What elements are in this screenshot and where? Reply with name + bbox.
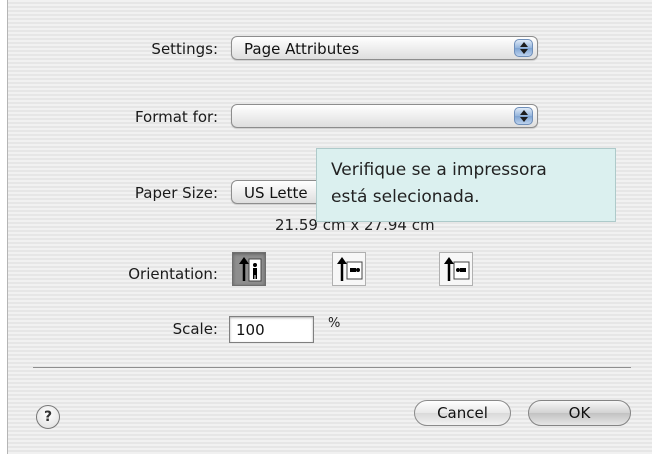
landscape-left-icon <box>337 257 363 281</box>
help-button[interactable]: ? <box>36 405 60 429</box>
orientation-portrait-button[interactable] <box>232 252 266 286</box>
portrait-icon <box>239 257 262 282</box>
settings-value: Page Attributes <box>244 40 360 58</box>
format-for-label: Format for: <box>134 108 218 126</box>
ok-button[interactable]: OK <box>528 400 631 426</box>
scale-label: Scale: <box>172 320 218 338</box>
scale-unit: % <box>328 316 341 331</box>
divider <box>33 367 631 368</box>
cancel-button[interactable]: Cancel <box>414 400 511 426</box>
format-for-popup[interactable] <box>231 104 538 128</box>
landscape-right-icon <box>444 257 470 281</box>
scale-input[interactable] <box>229 316 314 343</box>
popup-arrows-icon <box>514 39 533 57</box>
paper-size-label: Paper Size: <box>134 184 218 202</box>
orientation-landscape-right-button[interactable] <box>439 252 473 286</box>
paper-size-value: US Lette <box>244 184 308 202</box>
settings-popup[interactable]: Page Attributes <box>231 36 538 60</box>
tooltip-line-1: Verifique se a impressora <box>331 160 547 180</box>
tooltip-line-2: está selecionada. <box>331 187 480 207</box>
printer-tooltip: Verifique se a impressora está seleciona… <box>316 148 616 222</box>
orientation-label: Orientation: <box>128 265 218 283</box>
settings-label: Settings: <box>151 40 218 58</box>
popup-arrows-icon <box>514 107 533 125</box>
orientation-landscape-left-button[interactable] <box>332 252 366 286</box>
